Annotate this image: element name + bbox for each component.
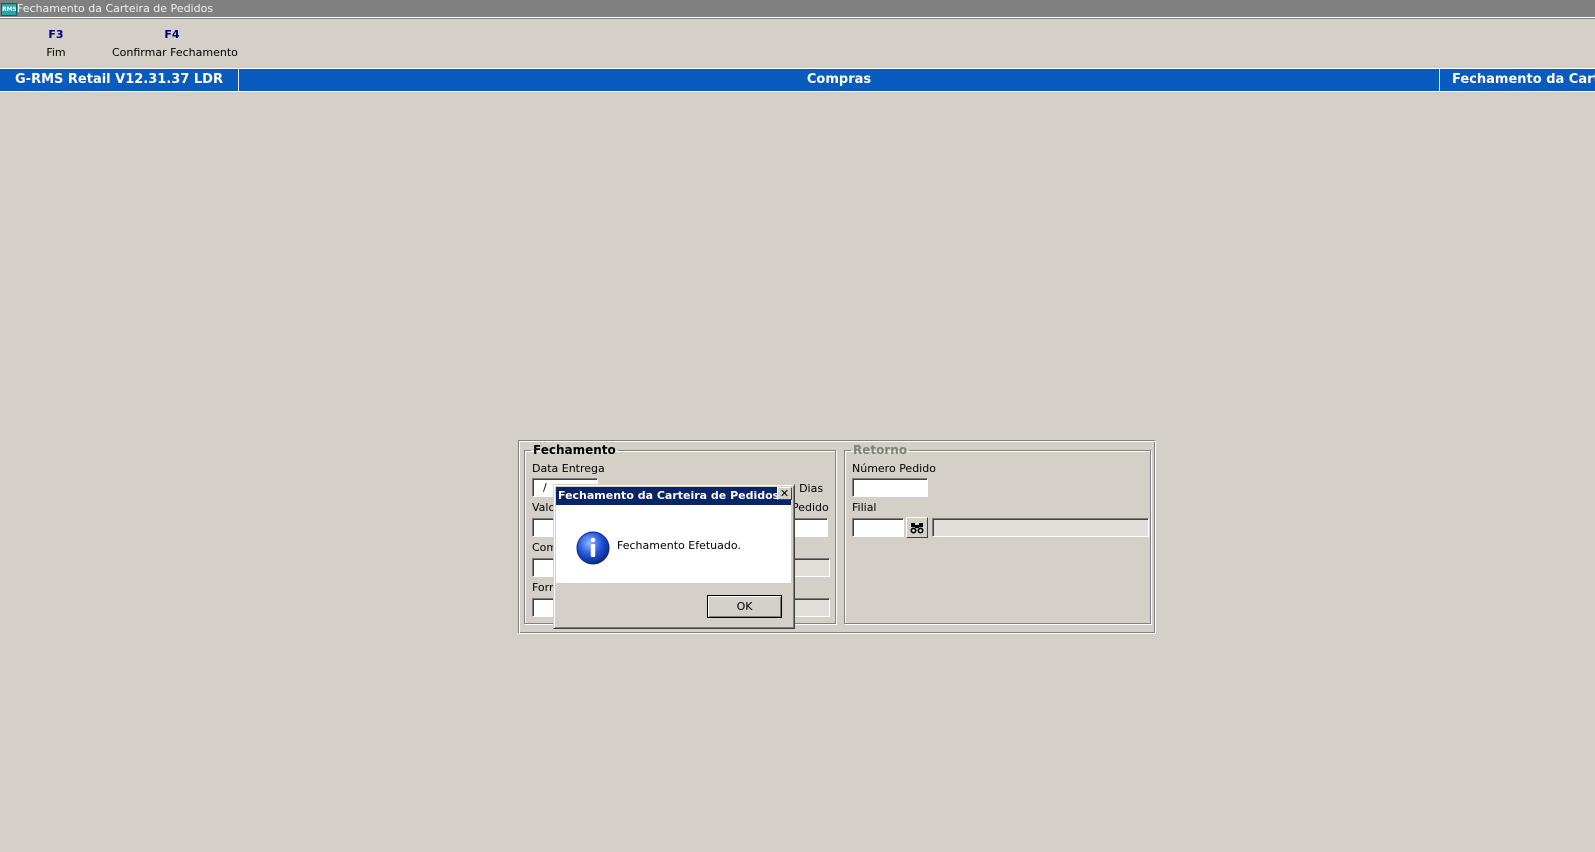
pedido-label: Pedido [792,501,829,514]
dialog-message: Fechamento Efetuado. [617,539,741,552]
dialog-body: Fechamento Efetuado. [556,505,791,583]
header-bar: G-RMS Retail V12.31.37 LDR Compras Fecha… [0,68,1595,92]
f3-key-label: F3 [48,28,64,41]
numero-pedido-label: Número Pedido [852,462,936,475]
numero-pedido-field[interactable] [852,478,928,497]
screen-label: Fechamento da Carteir [1452,72,1595,87]
data-entrega-label: Data Entrega [532,462,605,475]
message-dialog: Fechamento da Carteira de Pedidos ✕ Fech… [553,484,795,629]
filial-label: Filial [852,501,877,514]
dialog-close-button[interactable]: ✕ [777,487,792,500]
app-icon: RMS [1,3,17,16]
filial-search-button[interactable] [906,517,928,538]
header-separator [1439,69,1440,91]
fechamento-legend: Fechamento [533,443,616,457]
f3-fim-button[interactable]: F3 Fim [33,28,79,60]
module-label: Compras [806,72,872,87]
version-label: G-RMS Retail V12.31.37 LDR [15,72,223,87]
ok-button[interactable]: OK [707,595,782,618]
valor-label: Valo [532,501,556,514]
f4-key-label: F4 [164,28,180,41]
window-title: Fechamento da Carteira de Pedidos [17,2,214,15]
info-icon [576,531,610,565]
window-titlebar: RMS Fechamento da Carteira de Pedidos [0,0,1595,17]
f4-action-label: Confirmar Fechamento [112,46,238,59]
divider [0,18,1595,19]
filial-description-field [932,518,1149,537]
f4-confirmar-fechamento-button[interactable]: F4 Confirmar Fechamento [112,28,238,60]
binoculars-icon [910,522,924,533]
dialog-title: Fechamento da Carteira de Pedidos [556,487,791,505]
filial-field[interactable] [852,518,904,537]
retorno-legend: Retorno [853,443,908,457]
f3-action-label: Fim [46,46,66,59]
